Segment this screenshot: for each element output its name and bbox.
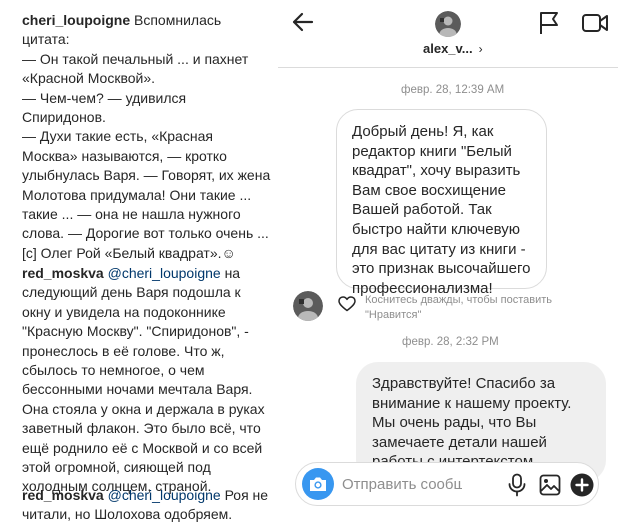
chat-username[interactable]: alex_v... › — [423, 41, 483, 56]
like-hint-text: Коснитесь дважды, чтобы поставить "Нрави… — [365, 294, 553, 321]
comments-panel: cheri_loupoigne Вспомнилась цитата: — Он… — [0, 0, 278, 525]
arrow-left-icon[interactable] — [290, 9, 316, 35]
screen: cheri_loupoigne Вспомнилась цитата: — Он… — [0, 0, 618, 525]
plus-circle-icon[interactable] — [570, 473, 594, 497]
comment-text: Вспомнилась цитата: — Он такой печальный… — [22, 12, 271, 261]
comment-mention[interactable]: @cheri_loupoigne — [108, 265, 221, 281]
comment-item: red_moskva @cheri_loupoigne на следующий… — [22, 264, 272, 497]
avatar[interactable] — [293, 291, 323, 321]
message-timestamp: февр. 28, 2:32 PM — [402, 336, 499, 348]
incoming-message-bubble[interactable]: Добрый день! Я, как редактор книги "Белы… — [336, 109, 547, 297]
flag-icon[interactable] — [536, 10, 562, 36]
heart-icon[interactable] — [338, 296, 356, 312]
chevron-right-icon: › — [478, 42, 483, 56]
comment-item: red_moskva @cheri_loupoigne Роя не читал… — [22, 486, 272, 525]
comment-item: cheri_loupoigne Вспомнилась цитата: — Он… — [22, 11, 272, 263]
direct-messages-panel: alex_v... › февр. 28, 12:39 AM Добрый ден… — [278, 0, 618, 525]
dm-header: alex_v... › — [278, 0, 618, 68]
image-icon[interactable] — [539, 474, 561, 496]
comment-mention[interactable]: @cheri_loupoigne — [108, 487, 221, 503]
camera-icon[interactable] — [302, 468, 334, 500]
comment-username[interactable]: red_moskva — [22, 265, 104, 281]
comment-username[interactable]: cheri_loupoigne — [22, 12, 130, 28]
avatar[interactable] — [435, 11, 461, 37]
message-composer — [295, 462, 599, 506]
chat-username-text: alex_v... — [423, 41, 473, 56]
comment-username[interactable]: red_moskva — [22, 487, 104, 503]
microphone-icon[interactable] — [506, 473, 528, 497]
message-input[interactable] — [342, 472, 462, 496]
message-timestamp: февр. 28, 12:39 AM — [401, 84, 505, 96]
video-camera-icon[interactable] — [581, 10, 609, 36]
comment-text: на следующий день Варя подошла к окну и … — [22, 265, 269, 495]
